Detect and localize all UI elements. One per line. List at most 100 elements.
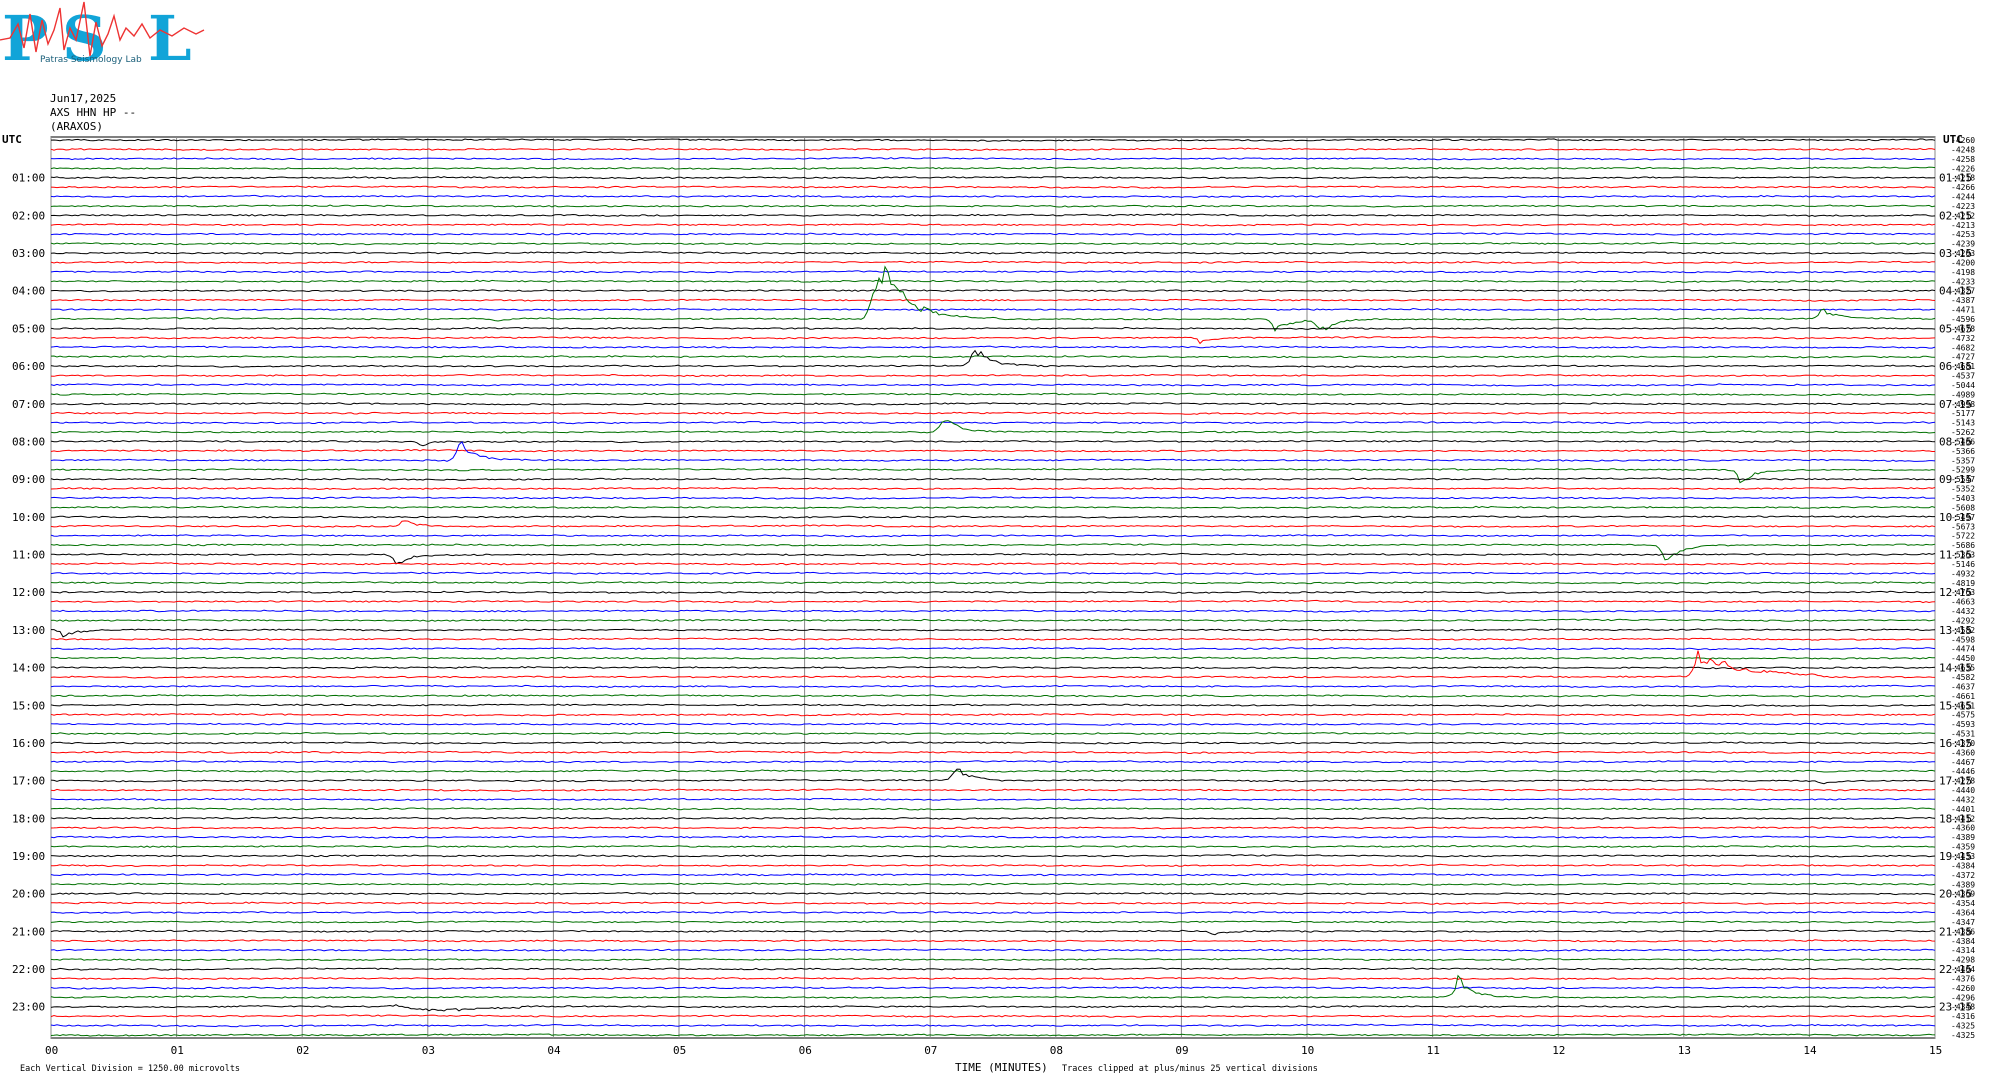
- hour-label-right: 17:15: [1939, 775, 1972, 788]
- trace-line: [50, 147, 1936, 152]
- trace-line: [50, 298, 1936, 302]
- hour-label-right: 09:15: [1939, 473, 1972, 486]
- trace-offset-label: -5403: [1951, 494, 1975, 503]
- hour-label-left: 13:00: [12, 624, 45, 637]
- hour-label-right: 08:15: [1939, 435, 1972, 448]
- hour-label-right: 16:15: [1939, 737, 1972, 750]
- trace-line: [50, 618, 1936, 622]
- trace-line: [50, 722, 1936, 726]
- trace-offset-label: -4325: [1951, 1022, 1975, 1031]
- trace-line: [50, 552, 1936, 565]
- footer-division-note: Each Vertical Division = 1250.00 microvo…: [20, 1064, 240, 1074]
- x-tick-label: 07: [924, 1044, 937, 1057]
- hour-label-right: 13:15: [1939, 624, 1972, 637]
- helicorder-plot: -4260-4248-4258-4226-4218-4266-4244-4223…: [2, 133, 1975, 1074]
- hour-label-right: 14:15: [1939, 662, 1972, 675]
- trace-line: [50, 1004, 1936, 1012]
- trace-offset-label: -4637: [1951, 682, 1975, 691]
- trace-line: [50, 496, 1935, 500]
- trace-line: [50, 157, 1936, 161]
- trace-line: [50, 967, 1936, 971]
- trace-offset-label: -4364: [1951, 909, 1975, 918]
- trace-line: [50, 326, 1936, 331]
- hour-label-left: 10:00: [12, 511, 45, 524]
- trace-line: [50, 448, 1935, 453]
- trace-offset-label: -4325: [1951, 1031, 1975, 1040]
- trace-offset-label: -5143: [1951, 419, 1975, 428]
- trace-line: [50, 957, 1936, 962]
- x-tick-label: 08: [1050, 1044, 1063, 1057]
- hour-label-left: 17:00: [12, 775, 45, 788]
- trace-line: [50, 534, 1936, 538]
- trace-offset-label: -4314: [1951, 946, 1975, 955]
- trace-line: [50, 185, 1936, 189]
- trace-line: [50, 467, 1936, 484]
- hour-label-right: 07:15: [1939, 398, 1972, 411]
- trace-line: [50, 505, 1936, 509]
- trace-line: [50, 176, 1936, 180]
- trace-line: [51, 637, 1936, 641]
- trace-line: [51, 628, 1936, 638]
- hour-label-right: 04:15: [1939, 285, 1972, 298]
- trace-offset-label: -4198: [1951, 268, 1975, 277]
- trace-line: [50, 750, 1935, 755]
- trace-line: [50, 392, 1935, 397]
- right-axis-title: UTC: [1943, 133, 1963, 146]
- x-tick-label: 15: [1929, 1044, 1942, 1057]
- trace-line: [50, 411, 1936, 415]
- trace-line: [50, 138, 1936, 142]
- hour-label-right: 19:15: [1939, 850, 1972, 863]
- trace-offset-label: -4372: [1951, 871, 1975, 880]
- x-tick-label: 04: [547, 1044, 561, 1057]
- hour-label-left: 03:00: [12, 247, 45, 260]
- trace-line: [50, 336, 1936, 345]
- trace-line: [50, 731, 1936, 736]
- hour-label-right: 12:15: [1939, 586, 1972, 599]
- hour-label-left: 14:00: [12, 662, 45, 675]
- trace-line: [50, 349, 1936, 368]
- trace-line: [50, 420, 1936, 425]
- trace-line: [50, 684, 1936, 688]
- trace-offset-label: -4248: [1951, 145, 1975, 154]
- x-tick-label: 06: [799, 1044, 812, 1057]
- hour-label-right: 23:15: [1939, 1001, 1972, 1014]
- trace-line: [50, 920, 1936, 924]
- hour-label-left: 20:00: [12, 888, 45, 901]
- x-tick-label: 01: [171, 1044, 184, 1057]
- trace-line: [50, 477, 1936, 481]
- trace-offset-label: -4253: [1951, 230, 1975, 239]
- trace-offset-label: -4260: [1951, 984, 1975, 993]
- trace-offset-label: -4593: [1951, 720, 1975, 729]
- trace-line: [50, 515, 1935, 519]
- hour-label-right: 11:15: [1939, 549, 1972, 562]
- trace-line: [50, 486, 1936, 491]
- hour-label-right: 20:15: [1939, 888, 1972, 901]
- trace-line: [50, 581, 1936, 585]
- trace-line: [50, 797, 1936, 802]
- trace-line: [50, 694, 1936, 698]
- hour-label-left: 02:00: [12, 209, 45, 222]
- trace-line: [50, 807, 1936, 811]
- trace-line: [50, 232, 1936, 236]
- hour-label-left: 16:00: [12, 737, 45, 750]
- x-axis-title: TIME (MINUTES): [955, 1061, 1048, 1074]
- trace-line: [50, 769, 1936, 773]
- trace-line: [51, 901, 1936, 905]
- hour-label-left: 15:00: [12, 699, 45, 712]
- trace-line: [50, 1023, 1936, 1028]
- hour-label-left: 22:00: [12, 963, 45, 976]
- hour-label-right: 15:15: [1939, 699, 1972, 712]
- hour-label-left: 09:00: [12, 473, 45, 486]
- trace-offset-label: -5357: [1951, 456, 1975, 465]
- hour-label-left: 23:00: [12, 1001, 45, 1014]
- hour-label-right: 05:15: [1939, 322, 1972, 335]
- trace-line: [50, 760, 1935, 764]
- trace-line: [50, 270, 1936, 274]
- hour-label-right: 18:15: [1939, 812, 1972, 825]
- trace-line: [50, 279, 1936, 283]
- trace-line: [50, 599, 1936, 604]
- trace-line: [50, 665, 1936, 670]
- trace-line: [50, 265, 1936, 332]
- trace-line: [50, 703, 1936, 708]
- trace-line: [50, 713, 1936, 717]
